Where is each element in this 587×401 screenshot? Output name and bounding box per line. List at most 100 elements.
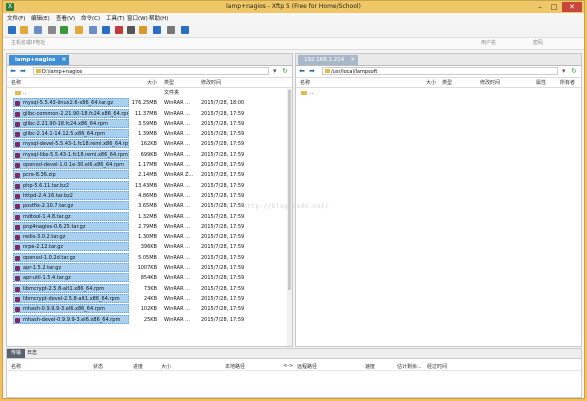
table-row[interactable]: glibc-common-2.21.90-18.fc24.x86_64.rpm 1…: [7, 108, 292, 119]
forward-icon[interactable]: ➡: [20, 67, 26, 75]
refresh-icon[interactable]: ↻: [571, 67, 577, 75]
table-row[interactable]: mhash-0.9.9.9-3.el6.x86_64.rpm 102KB WinRA…: [7, 304, 292, 314]
terminal-icon[interactable]: [127, 26, 135, 34]
host-input[interactable]: 主机名或IP地址: [11, 39, 461, 47]
table-row[interactable]: .. 文件夹: [7, 88, 292, 98]
col-elapsed[interactable]: 经过时间: [427, 363, 447, 370]
back-icon[interactable]: ⬅: [299, 67, 305, 75]
table-row[interactable]: nrpe-2.12.tar.gz 396KB WinRAR ... 2015/7/28…: [7, 242, 292, 252]
table-row[interactable]: apr-1.5.2.tar.gz 1007KB WinRAR ... 2015/7/2…: [7, 263, 292, 273]
col-local-path[interactable]: 本地路径: [225, 363, 245, 370]
scroll-thumb[interactable]: [288, 90, 291, 290]
table-row[interactable]: php-5.6.11.tar.bz2 13.43MB WinRAR ... 2015/…: [7, 180, 292, 191]
file-size: 699KB: [140, 151, 157, 158]
archive-file-icon: [15, 173, 20, 179]
table-row[interactable]: redis-3.0.2.tar.gz 1.30MB WinRAR ... 2015/7…: [7, 232, 292, 242]
col-eta[interactable]: 估计剩余...: [397, 363, 422, 370]
transfer-icon[interactable]: [102, 26, 110, 34]
table-row[interactable]: apr-util-1.5.4.tar.gz 854KB WinRAR ... 2015…: [7, 273, 292, 283]
remote-path-input[interactable]: /usr/local/lampsoft: [322, 67, 558, 75]
open-icon[interactable]: [20, 26, 28, 34]
col-name[interactable]: 名称: [300, 79, 310, 86]
close-icon[interactable]: ×: [350, 55, 355, 65]
menu-edit[interactable]: 编辑(E): [31, 14, 50, 22]
table-row[interactable]: openssl-devel-1.0.1e-30.el6.x86_64.rpm 1.…: [7, 160, 292, 170]
minimize-button[interactable]: –: [534, 2, 546, 12]
file-size: 162KB: [140, 141, 157, 148]
menu-help[interactable]: 帮助(H): [149, 14, 168, 22]
local-path-input[interactable]: D:\lamp+nagios: [33, 67, 269, 75]
table-row[interactable]: glibc-2.14.1-14.12.5.x86_64.rpm 1.39MB Win…: [7, 129, 292, 139]
copy-icon[interactable]: [75, 26, 83, 34]
table-row[interactable]: mdtool-1.4.8.tar.gz 1.32MB WinRAR ... 2015/…: [7, 211, 292, 222]
file-name: pcre-8.36.zip: [23, 172, 56, 179]
tab-local[interactable]: lamp+nagios ×: [9, 55, 70, 65]
col-size[interactable]: 大小: [147, 79, 157, 86]
col-size[interactable]: 大小: [161, 363, 171, 370]
table-row[interactable]: mysql-devel-5.5.43-1.fc18.remi.x86_64.rp…: [7, 139, 292, 149]
table-row[interactable]: pcre-8.36.zip 2.14MB WinRAR Z... 2015/7/28,…: [7, 170, 292, 180]
archive-file-icon: [15, 307, 20, 313]
col-progress[interactable]: 进度: [133, 363, 143, 370]
close-button[interactable]: ✕: [562, 2, 582, 12]
dropdown-icon[interactable]: ▾: [562, 67, 566, 75]
table-row[interactable]: openssl-1.0.2d.tar.gz 5.05MB WinRAR ... 201…: [7, 252, 292, 263]
back-icon[interactable]: ⬅: [10, 67, 16, 75]
password-input[interactable]: 密码: [533, 39, 573, 47]
new-session-icon[interactable]: [8, 26, 16, 34]
col-remote-path[interactable]: 远程路径: [297, 363, 317, 370]
watermark: http://blog.csdn.net/: [243, 203, 330, 210]
table-row[interactable]: libmcrypt-devel-2.5.8-alt1.x86_64.rpm 24K…: [7, 293, 292, 304]
col-name[interactable]: 名称: [11, 79, 21, 86]
local-tabstrip: lamp+nagios ×: [7, 54, 292, 66]
col-type[interactable]: 类型: [164, 79, 174, 86]
link-icon[interactable]: [34, 26, 42, 34]
file-size: 2.79MB: [138, 223, 157, 230]
stop-icon[interactable]: [115, 26, 123, 34]
tab-log[interactable]: 日志: [23, 349, 41, 358]
table-row[interactable]: mysql-libs-5.5.43-1.fc18.remi.x86_64.rpm…: [7, 149, 292, 160]
col-attr[interactable]: 属性: [536, 79, 546, 86]
title-bar[interactable]: X lamp+nagios - Xftp 5 (Free for Home/Sc…: [3, 1, 584, 13]
font-icon[interactable]: [153, 26, 161, 34]
file-date: 2015/7/28, 17:59: [201, 192, 245, 199]
file-name: ..: [310, 90, 314, 96]
col-speed[interactable]: 速度: [365, 363, 375, 370]
table-row[interactable]: mysql-5.5.43-linux2.6-x86_64.tar.gz 176.2…: [7, 98, 292, 108]
col-status[interactable]: 状态: [93, 363, 103, 370]
col-modified[interactable]: 修改时间: [201, 79, 221, 86]
menu-file[interactable]: 文件(F): [7, 14, 25, 22]
menu-view[interactable]: 查看(V): [56, 14, 75, 22]
properties-icon[interactable]: [48, 26, 56, 34]
table-row[interactable]: mhash-devel-0.9.9.9-3.el6.x86_64.rpm 25KB…: [7, 314, 292, 325]
table-row[interactable]: httpd-2.4.16.tar.bz2 4.86MB WinRAR ... 2015…: [7, 190, 292, 201]
username-input[interactable]: 用户名: [481, 39, 521, 47]
archive-file-icon: [15, 142, 20, 148]
local-scrollbar[interactable]: [287, 88, 292, 346]
menu-window[interactable]: 窗口(W): [127, 14, 148, 22]
tab-remote[interactable]: 192.168.1.214 ×: [298, 55, 359, 65]
menu-command[interactable]: 命令(C): [81, 14, 100, 22]
table-row[interactable]: pnp4nagios-0.6.25.tar.gz 2.79MB WinRAR ...…: [7, 221, 292, 232]
settings-icon[interactable]: [167, 26, 175, 34]
layout-icon[interactable]: [89, 26, 97, 34]
dropdown-icon[interactable]: ▾: [273, 67, 277, 75]
help-icon[interactable]: [181, 26, 189, 34]
menu-tools[interactable]: 工具(T): [106, 14, 125, 22]
col-name[interactable]: 名称: [11, 363, 21, 370]
col-size[interactable]: 大小: [426, 79, 436, 86]
table-row[interactable]: glibc-2.21.90-18.fc24.x86_64.rpm 3.59MB Wi…: [7, 118, 292, 129]
forward-icon[interactable]: ➡: [309, 67, 315, 75]
col-type[interactable]: 类型: [442, 79, 452, 86]
col-modified[interactable]: 修改时间: [480, 79, 500, 86]
refresh-icon[interactable]: [60, 26, 68, 34]
lock-icon[interactable]: [139, 26, 147, 34]
table-row[interactable]: libmcrypt-2.5.8-alt1.x86_64.rpm 73KB WinRA…: [7, 283, 292, 294]
col-owner[interactable]: 所有者: [560, 79, 575, 86]
maximize-button[interactable]: □: [548, 2, 560, 12]
refresh-icon[interactable]: ↻: [282, 67, 288, 75]
list-item[interactable]: ..: [296, 88, 581, 98]
col-direction[interactable]: <->: [283, 363, 293, 369]
close-icon[interactable]: ×: [61, 55, 66, 65]
file-date: 2015/7/28, 18:00: [201, 100, 245, 107]
